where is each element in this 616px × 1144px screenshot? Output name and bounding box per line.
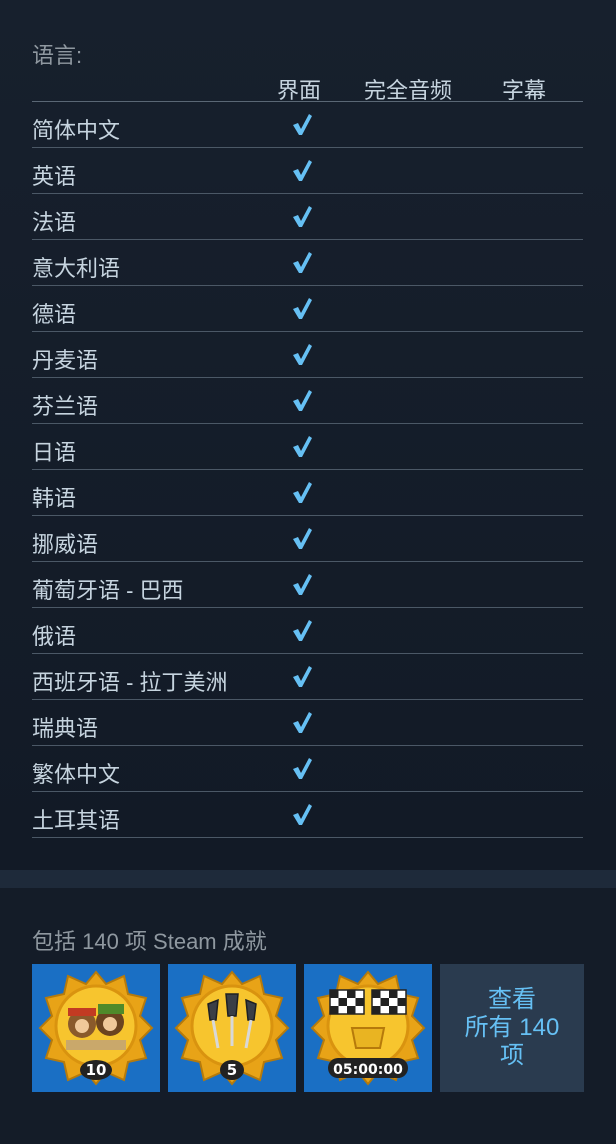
language-row: 简体中文 — [32, 102, 583, 148]
language-name: 日语 — [32, 440, 77, 465]
language-row: 土耳其语 — [32, 792, 583, 838]
language-row: 意大利语 — [32, 240, 583, 286]
language-row: 瑞典语 — [32, 700, 583, 746]
badge-value: 10 — [86, 1061, 107, 1079]
language-name: 韩语 — [32, 486, 77, 511]
language-row: 德语 — [32, 286, 583, 332]
languages-panel: 语言: 界面 完全音频 字幕 简体中文 英语 法语 意大利语 德语 丹麦语 芬兰语 日语 韩语挪… — [0, 0, 616, 870]
achievement-tile[interactable]: 10 — [32, 964, 160, 1092]
language-row: 俄语 — [32, 608, 583, 654]
darts-badge-icon: 5 — [168, 964, 296, 1092]
checkmark-icon — [293, 344, 312, 365]
checkmark-icon — [293, 758, 312, 779]
language-name: 俄语 — [32, 624, 77, 649]
checkmark-icon — [293, 114, 312, 135]
view-all-line2: 所有 140 — [464, 1014, 560, 1041]
monkeys-badge-icon: 10 — [32, 964, 160, 1092]
checkmark-icon — [293, 160, 312, 181]
language-name: 意大利语 — [32, 256, 121, 281]
language-row: 芬兰语 — [32, 378, 583, 424]
checkmark-icon — [293, 712, 312, 733]
checkmark-icon — [293, 804, 312, 825]
view-all-achievements-button[interactable]: 查看 所有 140 项 — [440, 964, 584, 1092]
view-all-line1: 查看 — [488, 986, 536, 1013]
languages-table: 简体中文英语法语意大利语德语丹麦语芬兰语日语韩语挪威语葡萄牙语 - 巴西 俄语西班… — [32, 102, 583, 838]
checkmark-icon — [293, 206, 312, 227]
language-row: 挪威语 — [32, 516, 583, 562]
view-all-line3: 项 — [500, 1042, 524, 1069]
language-row: 丹麦语 — [32, 332, 583, 378]
language-row: 英语 — [32, 148, 583, 194]
language-row: 繁体中文 — [32, 746, 583, 792]
checkmark-icon — [293, 528, 312, 549]
language-row: 日语 — [32, 424, 583, 470]
checkmark-icon — [293, 620, 312, 641]
language-name: 瑞典语 — [32, 716, 99, 741]
checkmark-icon — [293, 436, 312, 457]
language-row: 西班牙语 - 拉丁美洲 — [32, 654, 583, 700]
language-name: 英语 — [32, 164, 77, 189]
language-name: 丹麦语 — [32, 348, 99, 373]
section-divider — [0, 870, 616, 888]
badge-value: 5 — [227, 1061, 237, 1079]
languages-title: 语言: — [32, 43, 83, 68]
language-name: 葡萄牙语 - 巴西 — [32, 578, 184, 603]
checkmark-icon — [293, 574, 312, 595]
achievement-tile[interactable]: 05:00:00 — [304, 964, 432, 1092]
language-name: 芬兰语 — [32, 394, 99, 419]
checkmark-icon — [293, 666, 312, 687]
achievements-title: 包括 140 项 Steam 成就 — [32, 929, 267, 954]
language-row: 法语 — [32, 194, 583, 240]
language-name: 挪威语 — [32, 532, 99, 557]
language-name: 土耳其语 — [32, 808, 121, 833]
checkmark-icon — [293, 390, 312, 411]
badge-value: 05:00:00 — [333, 1062, 403, 1078]
race-flags-trophy-icon: 05:00:00 — [304, 964, 432, 1092]
language-row: 韩语 — [32, 470, 583, 516]
language-name: 德语 — [32, 302, 77, 327]
checkmark-icon — [293, 298, 312, 319]
checkmark-icon — [293, 252, 312, 273]
language-row: 葡萄牙语 - 巴西 — [32, 562, 583, 608]
achievement-tile[interactable]: 5 — [168, 964, 296, 1092]
language-name: 繁体中文 — [32, 762, 121, 787]
checkmark-icon — [293, 482, 312, 503]
language-name: 法语 — [32, 210, 77, 235]
achievements-panel: 包括 140 项 Steam 成就 10 5 05:00:00 查看 所有 14… — [0, 888, 616, 1144]
language-name: 西班牙语 - 拉丁美洲 — [32, 670, 228, 695]
language-name: 简体中文 — [32, 118, 121, 143]
